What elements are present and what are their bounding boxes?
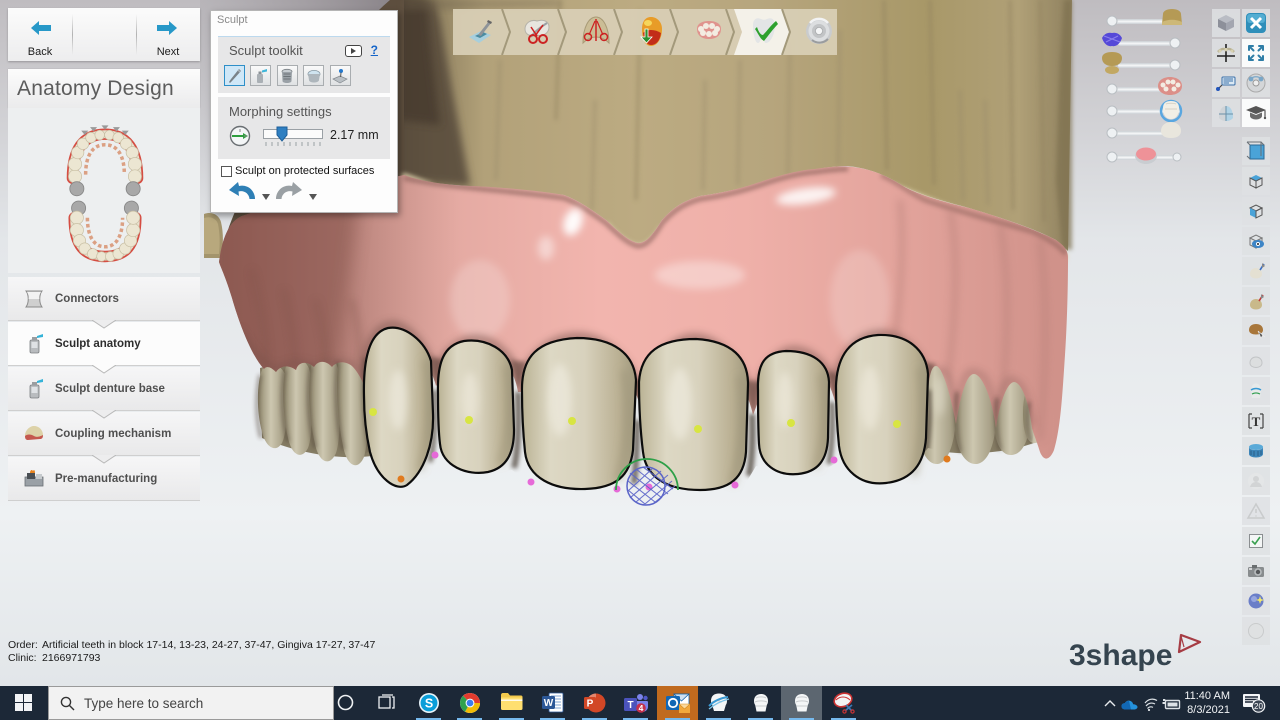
svg-text:P: P	[586, 699, 593, 710]
svg-text:20: 20	[1254, 702, 1263, 711]
svg-text:S: S	[424, 697, 432, 711]
svg-text:W: W	[543, 698, 553, 709]
svg-text:T: T	[627, 700, 633, 711]
svg-text:T: T	[1252, 414, 1261, 429]
svg-text:4: 4	[638, 703, 643, 713]
